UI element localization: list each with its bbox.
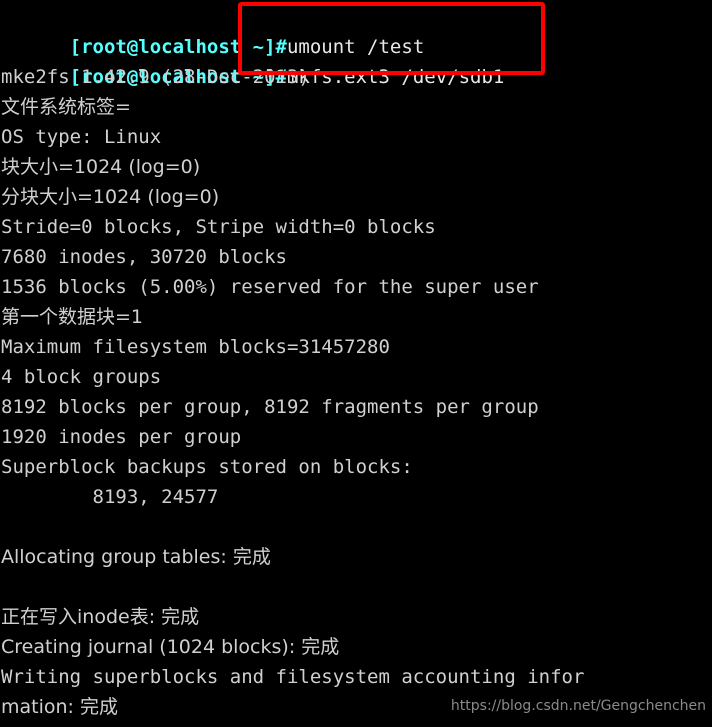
terminal-line: 1920 inodes per group [1, 426, 242, 448]
terminal-line: Superblock backups stored on blocks: [1, 456, 425, 478]
terminal-line: 块大小=1024 (log=0) [1, 156, 201, 178]
terminal-screen[interactable]: [root@localhost ~]#umount /test [root@lo… [0, 2, 712, 722]
terminal-line: Writing superblocks and filesystem accou… [1, 666, 585, 688]
terminal-line: Allocating group tables: 完成 [1, 546, 271, 568]
terminal-line: Maximum filesystem blocks=31457280 [1, 336, 390, 358]
terminal-line: 8192 blocks per group, 8192 fragments pe… [1, 396, 539, 418]
terminal-line: Stride=0 blocks, Stripe width=0 blocks [1, 216, 436, 238]
terminal-line: 文件系统标签= [1, 96, 131, 118]
terminal-line: OS type: Linux [1, 126, 162, 148]
terminal-line: 1536 blocks (5.00%) reserved for the sup… [1, 276, 539, 298]
terminal-line: 8193, 24577 [1, 486, 219, 508]
terminal-line: 4 block groups [1, 366, 162, 388]
terminal-line: 分块大小=1024 (log=0) [1, 186, 220, 208]
shell-command: umount /test [286, 36, 425, 58]
watermark-url: https://blog.csdn.net/Gengchenchen [450, 698, 706, 714]
terminal-line: 7680 inodes, 30720 blocks [1, 246, 287, 268]
terminal-line: 第一个数据块=1 [1, 306, 144, 328]
terminal-line: Creating journal (1024 blocks): 完成 [1, 636, 340, 658]
terminal-window[interactable]: [root@localhost ~]#umount /test [root@lo… [0, 0, 712, 727]
shell-command: mkfs.ext3 /dev/sdb1 [286, 66, 505, 88]
terminal-line: 正在写入inode表: 完成 [1, 606, 200, 628]
shell-prompt: [root@localhost ~]# [69, 36, 287, 58]
terminal-line: [root@localhost ~]#umount /test [0, 2, 712, 58]
